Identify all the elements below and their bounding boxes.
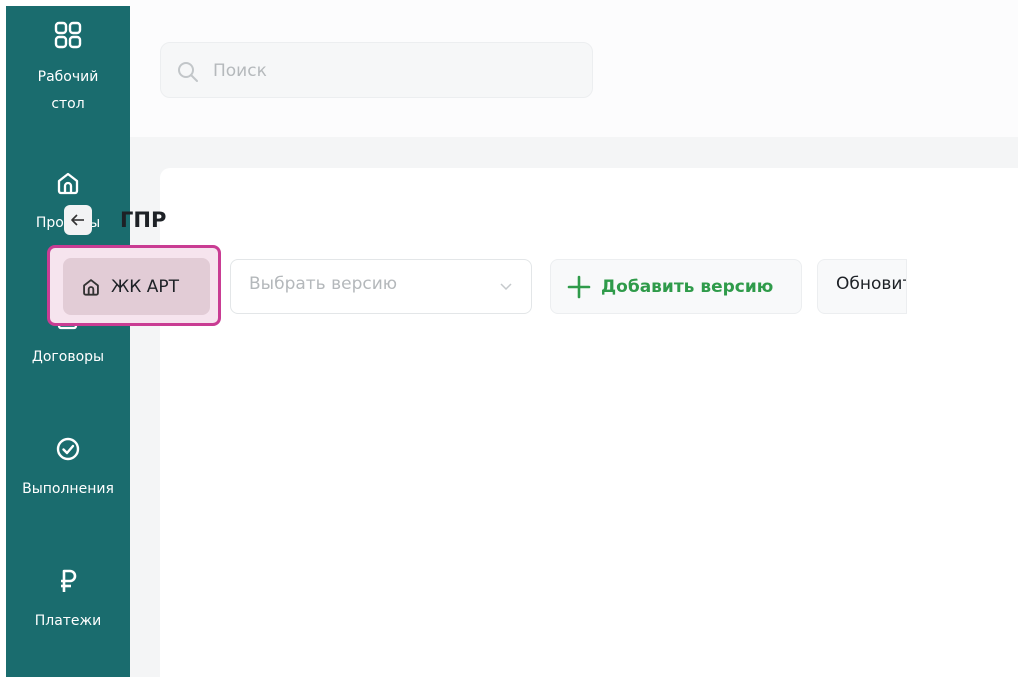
home-icon: [83, 278, 99, 296]
sidebar-item-completions[interactable]: Выполнения: [6, 436, 130, 503]
sidebar-item-dashboard[interactable]: Рабочий стол: [6, 20, 130, 118]
version-select-placeholder: Выбрать версию: [249, 274, 398, 294]
sidebar: Рабочий стол Проекты Договоры Вы: [6, 6, 130, 677]
home-icon: [6, 170, 130, 196]
arrow-left-icon: [71, 214, 84, 226]
search-icon: [178, 62, 198, 82]
update-label: Обновить: [836, 274, 906, 294]
sidebar-item-label: Договоры: [31, 349, 105, 365]
version-select[interactable]: Выбрать версию: [230, 259, 532, 314]
search-box[interactable]: [160, 42, 593, 98]
sidebar-item-label: Выполнения: [22, 481, 114, 497]
page-title: ГПР: [120, 208, 167, 232]
back-button[interactable]: [64, 205, 92, 235]
dashboard-icon: [6, 20, 130, 50]
add-version-label: Добавить версию: [601, 276, 774, 297]
main-content: [130, 0, 1018, 677]
plus-icon: [567, 275, 591, 298]
sidebar-item-label: Рабочий стол: [37, 69, 99, 112]
check-circle-icon: [6, 436, 130, 462]
project-label: ЖК АРТ: [111, 276, 180, 297]
sidebar-item-payments[interactable]: Платежи: [6, 568, 130, 635]
project-chip[interactable]: ЖК АРТ: [63, 258, 210, 315]
add-version-button[interactable]: Добавить версию: [550, 259, 802, 314]
ruble-icon: [6, 568, 130, 594]
top-bar: [130, 0, 1018, 137]
sidebar-item-label: Платежи: [34, 613, 102, 629]
search-input[interactable]: [211, 55, 575, 87]
content-panel: [160, 168, 1018, 677]
update-button[interactable]: Обновить: [817, 259, 907, 314]
chevron-down-icon: [500, 283, 512, 291]
